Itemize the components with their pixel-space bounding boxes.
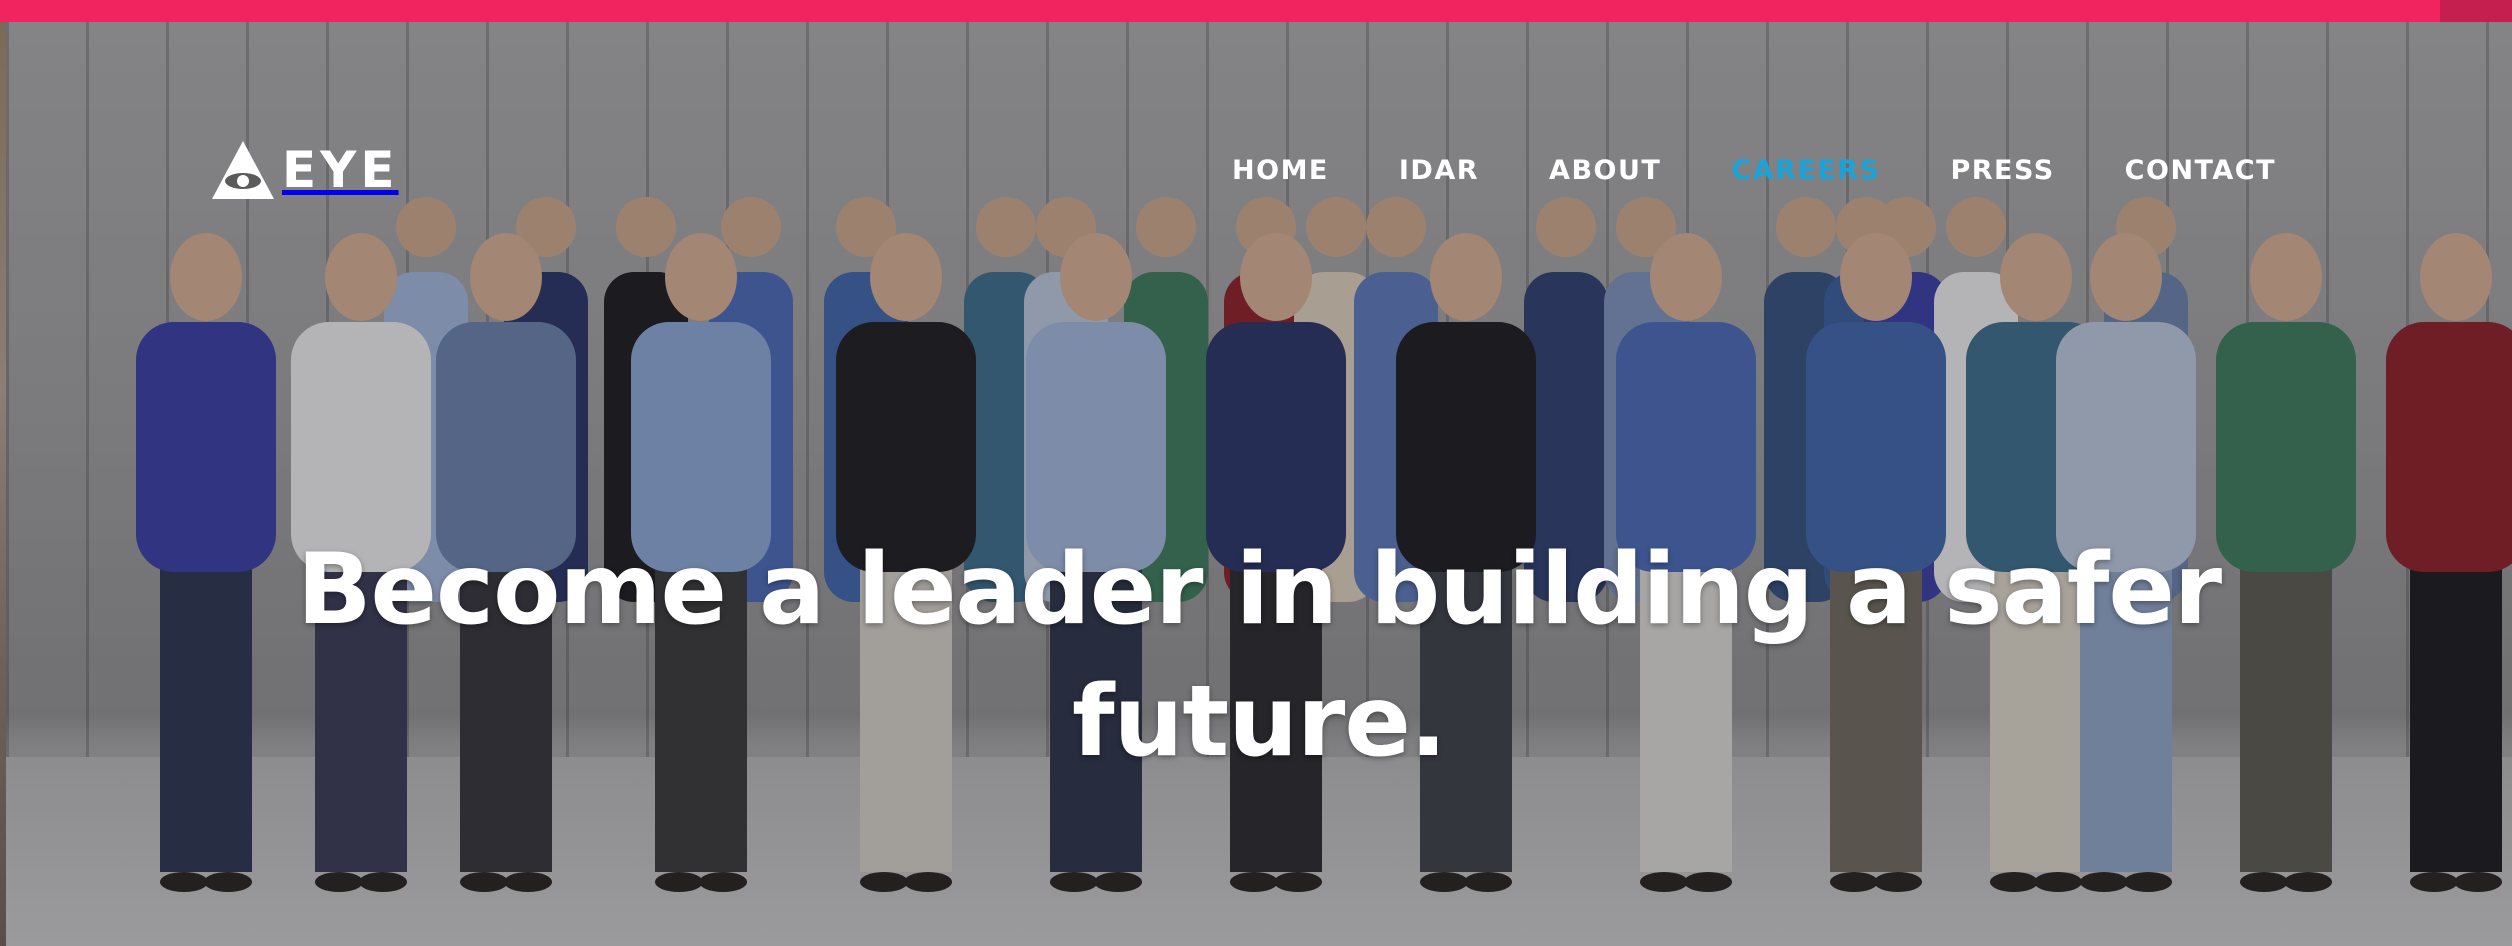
hero-headline: Become a leader in building a safer futu…: [296, 532, 2222, 779]
brand-logo[interactable]: EYE: [210, 138, 399, 202]
nav-careers[interactable]: CAREERS: [1731, 154, 1880, 188]
hero-banner: EYE HOME IDAR ABOUT CAREERS PRESS CONTAC…: [6, 22, 2512, 946]
main-nav: HOME IDAR ABOUT CAREERS PRESS CONTACT: [1162, 154, 2276, 188]
nav-home[interactable]: HOME: [1232, 154, 1329, 188]
top-accent-bar-corner: [2440, 0, 2512, 22]
eye-logo-icon: [212, 141, 274, 199]
nav-contact[interactable]: CONTACT: [2125, 154, 2276, 188]
logo-text: EYE: [282, 141, 399, 199]
nav-press[interactable]: PRESS: [1950, 154, 2054, 188]
top-accent-bar: [0, 0, 2512, 22]
nav-about[interactable]: ABOUT: [1549, 154, 1661, 188]
nav-idar[interactable]: IDAR: [1399, 154, 1479, 188]
